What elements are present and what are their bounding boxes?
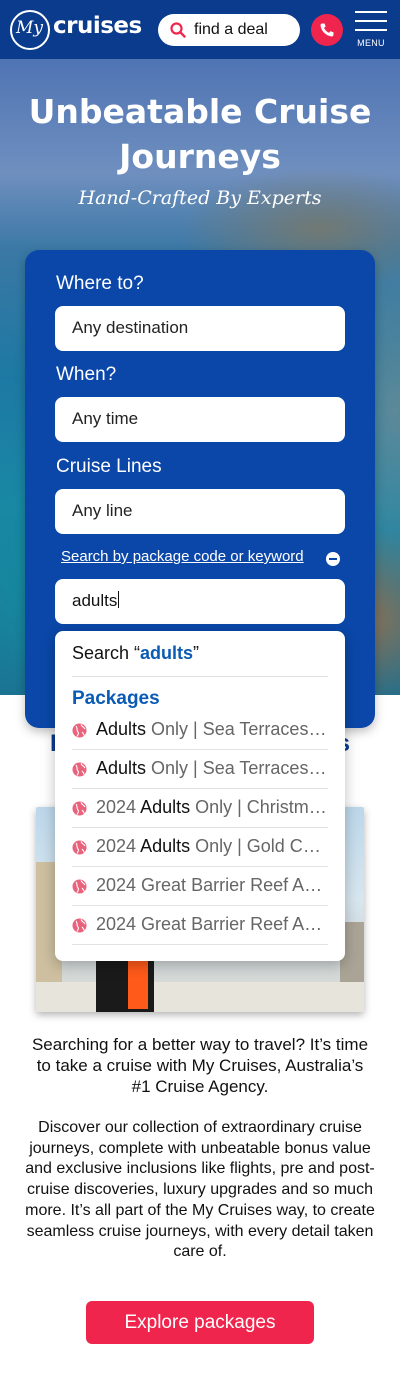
- site-header: My cruises find a deal MENU: [0, 0, 400, 59]
- phone-icon: [320, 23, 334, 37]
- package-suggestion[interactable]: 2024 Adults Only | Gold Coast: [72, 828, 328, 867]
- intro-paragraph: Searching for a better way to travel? It…: [31, 1035, 369, 1096]
- autocomplete-dropdown: Search “adults” Packages Adults Only | S…: [55, 631, 345, 961]
- globe-icon: [72, 840, 87, 855]
- suggestion-match: Adults: [140, 836, 191, 856]
- package-suggestion[interactable]: Adults Only | Sea Terraces Aboard: [72, 711, 328, 750]
- package-suggestion[interactable]: Adults Only | Sea Terraces Aboard: [72, 750, 328, 789]
- divider: [72, 676, 328, 677]
- logo-my: My: [16, 18, 44, 38]
- suggestion-text: 2024 Great Barrier Reef Adults: [96, 914, 328, 934]
- keyword-value: adults: [72, 591, 118, 610]
- text-caret: [118, 591, 120, 608]
- suggestion-text: Only | Gold Coast: [190, 836, 328, 856]
- globe-icon: [72, 723, 87, 738]
- suggestion-match: Adults: [140, 797, 191, 817]
- where-label: Where to?: [56, 273, 144, 294]
- logo[interactable]: My cruises: [10, 8, 142, 52]
- search-all-option[interactable]: Search “adults”: [72, 643, 199, 664]
- logo-text: cruises: [53, 13, 142, 39]
- suggestion-text: Only | Sea Terraces Aboard: [151, 758, 328, 778]
- search-icon: [170, 22, 186, 38]
- date-select[interactable]: Any time: [55, 397, 345, 442]
- package-suggestion[interactable]: 2024 Great Barrier Reef Adults: [72, 867, 328, 906]
- globe-icon: [72, 801, 87, 816]
- suggestion-match: Adults: [96, 719, 147, 739]
- menu-button[interactable]: MENU: [354, 10, 388, 50]
- globe-icon: [72, 879, 87, 894]
- suggestion-text: Only | Christmas Markets: [195, 797, 328, 817]
- globe-icon: [72, 762, 87, 777]
- suggestion-text: Only | Sea Terraces Aboard: [151, 719, 328, 739]
- photo-person-detail: [128, 959, 148, 1009]
- photo-ground: [36, 982, 364, 1012]
- suggestion-match: Adults: [96, 758, 147, 778]
- hero-title: Unbeatable Cruise Journeys: [28, 92, 372, 176]
- menu-icon-bar: [355, 20, 387, 22]
- hero-subtitle: Hand-Crafted By Experts: [78, 187, 322, 209]
- date-value: Any time: [72, 409, 139, 428]
- cruise-line-value: Any line: [72, 501, 133, 520]
- cruise-lines-label: Cruise Lines: [56, 456, 162, 477]
- keyword-search-link[interactable]: Search by package code or keyword: [61, 548, 304, 565]
- explore-packages-button[interactable]: Explore packages: [86, 1301, 314, 1344]
- suggestion-text: 2024 Great Barrier Reef Adults: [96, 875, 328, 895]
- when-label: When?: [56, 364, 117, 385]
- search-all-suffix: ”: [193, 643, 200, 663]
- package-suggestion[interactable]: 2024 Adults Only | Christmas Markets: [72, 789, 328, 828]
- cruise-line-select[interactable]: Any line: [55, 489, 345, 534]
- package-suggestion[interactable]: 2024 Great Barrier Reef Adults: [72, 906, 328, 945]
- keyword-input[interactable]: adults: [55, 579, 345, 624]
- destination-value: Any destination: [72, 318, 189, 337]
- packages-heading: Packages: [72, 688, 160, 709]
- destination-select[interactable]: Any destination: [55, 306, 345, 351]
- phone-button[interactable]: [311, 14, 343, 46]
- find-deal-placeholder: find a deal: [194, 21, 268, 38]
- menu-icon-bar: [355, 11, 387, 13]
- menu-icon-bar: [355, 29, 387, 31]
- globe-icon: [72, 918, 87, 933]
- body-paragraph: Discover our collection of extraordinary…: [25, 1119, 375, 1261]
- minus-circle-icon[interactable]: [326, 552, 340, 566]
- search-all-prefix: Search “: [72, 643, 141, 663]
- find-deal-search[interactable]: find a deal: [158, 14, 300, 46]
- menu-label: MENU: [357, 38, 385, 48]
- suggestion-text: 2024: [96, 836, 141, 856]
- suggestion-text: 2024: [96, 797, 141, 817]
- search-all-query: adults: [140, 643, 194, 663]
